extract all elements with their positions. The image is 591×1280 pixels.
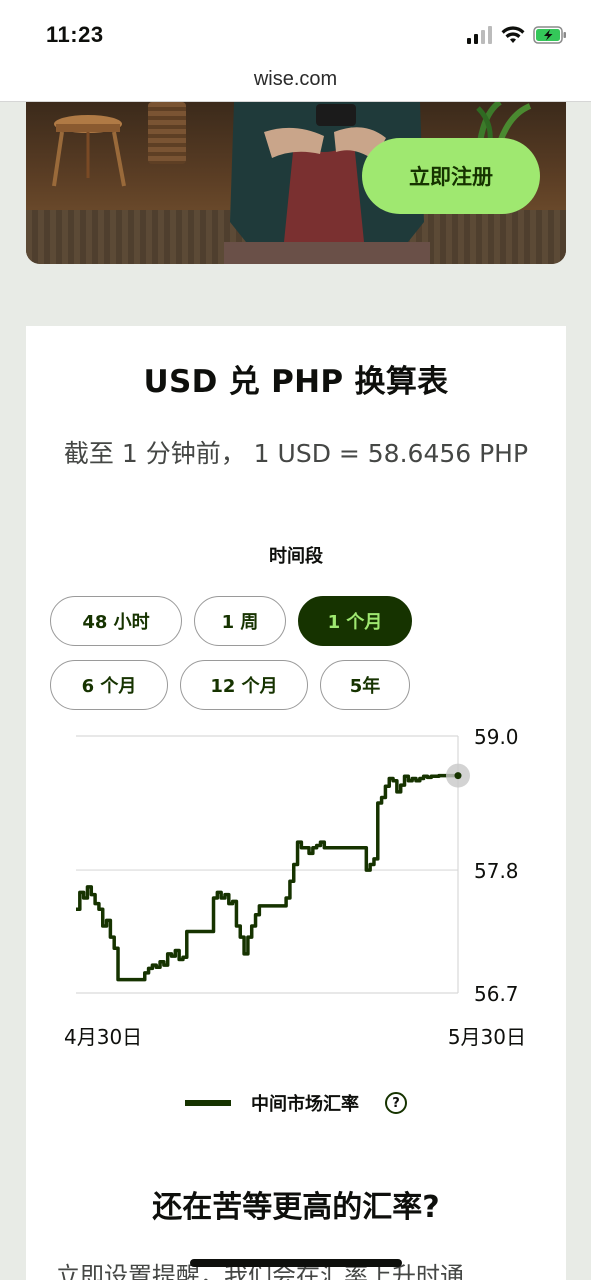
legend-swatch: [185, 1100, 231, 1106]
period-1m-button[interactable]: 1 个月: [298, 596, 412, 646]
period-48h-button[interactable]: 48 小时: [50, 596, 182, 646]
converter-card: USD 兑 PHP 换算表 截至 1 分钟前， 1 USD = 58.6456 …: [26, 326, 566, 1280]
address-bar[interactable]: wise.com: [0, 62, 591, 102]
y-tick-label: 59.0: [474, 725, 519, 749]
period-1w-button[interactable]: 1 周: [194, 596, 286, 646]
basket-image: [148, 102, 186, 164]
battery-charging-icon: [533, 26, 566, 44]
rate-chart: 59.0 57.8 56.7 4月30日 5月30日: [64, 725, 526, 1049]
y-tick-label: 57.8: [474, 859, 519, 883]
x-tick-label: 4月30日: [64, 1025, 142, 1049]
hero-banner: 立即注册: [26, 102, 566, 264]
latest-point: [454, 772, 462, 780]
home-indicator: [190, 1259, 402, 1267]
status-icons: [467, 24, 567, 46]
converter-title: USD 兑 PHP 换算表: [143, 364, 449, 400]
period-5y-button[interactable]: 5年: [320, 660, 410, 710]
period-12m-button[interactable]: 12 个月: [180, 660, 308, 710]
chart-legend: 中间市场汇率 ?: [26, 1088, 566, 1118]
url-text: wise.com: [253, 68, 338, 90]
signal-icon: [467, 26, 492, 44]
wifi-icon: [501, 26, 525, 43]
status-time: 11:23: [46, 22, 104, 47]
rattan-stool-image: [52, 115, 126, 187]
legend-label: 中间市场汇率: [251, 1094, 359, 1115]
status-bar: 11:23: [0, 0, 591, 62]
signup-button[interactable]: 立即注册: [362, 138, 540, 214]
series-line-mid-market-rate: [76, 773, 460, 982]
x-tick-label: 5月30日: [448, 1025, 526, 1049]
y-tick-label: 56.7: [474, 982, 519, 1006]
rate-text: 截至 1 分钟前， 1 USD = 58.6456 PHP: [63, 439, 529, 468]
period-6m-button[interactable]: 6 个月: [50, 660, 168, 710]
help-question-icon[interactable]: ?: [385, 1092, 407, 1114]
plant-image: [476, 102, 532, 142]
rate-alert-title: 还在苦等更高的汇率?: [152, 1190, 440, 1225]
period-label: 时间段: [269, 546, 323, 567]
